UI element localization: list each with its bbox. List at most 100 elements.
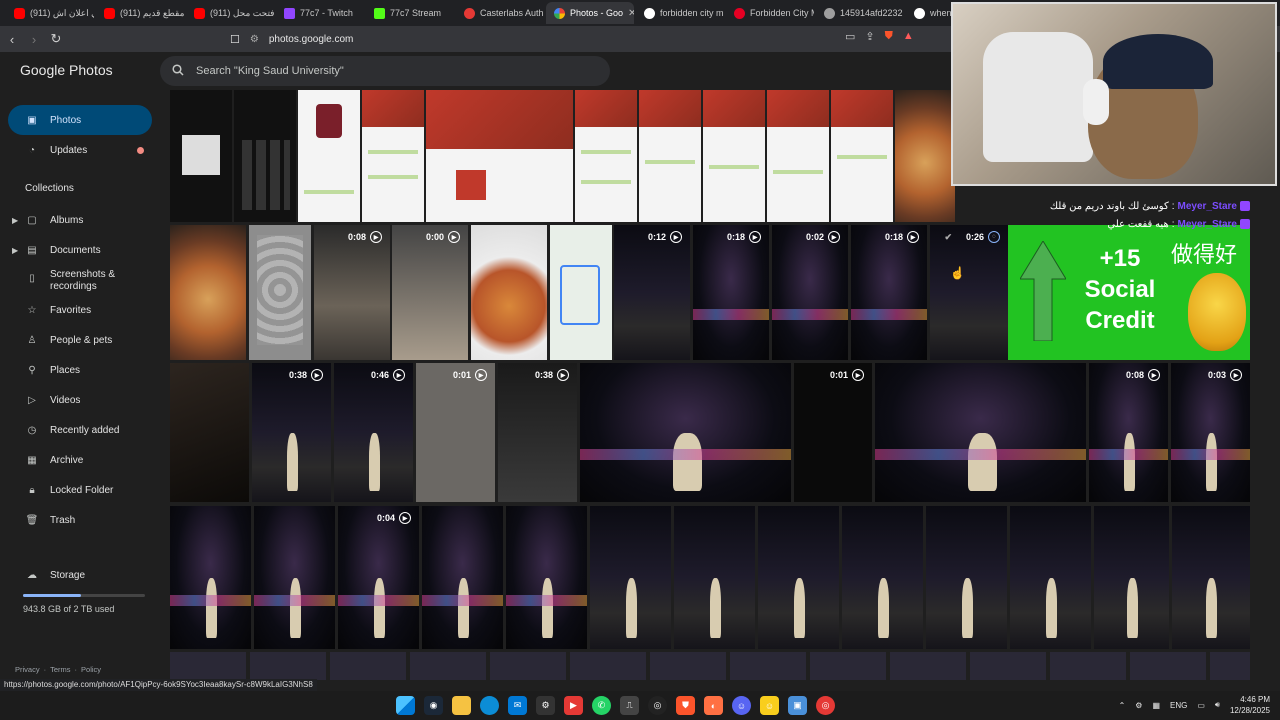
photo-thumbnail[interactable] [249,225,311,360]
browser-tab[interactable]: Casterlabs Auth [456,2,544,24]
steam-icon[interactable]: ◉ [424,696,443,715]
obs-icon[interactable]: ◎ [648,696,667,715]
browser-tab[interactable]: 77c7 Stream [366,2,454,24]
photo-thumbnail[interactable] [1172,506,1250,649]
search-input[interactable]: Search "King Saud University" [160,56,610,86]
sidebar-item-photos[interactable]: ▣ Photos [8,105,152,135]
sidebar-item-people[interactable]: ♙ People & pets [8,325,152,355]
photo-thumbnail[interactable] [639,90,701,222]
privacy-link[interactable]: Privacy [15,665,40,674]
video-thumbnail[interactable]: 0:01 ▶ [416,363,495,502]
brave-shield-icon[interactable]: ⛊ [885,30,893,43]
photo-thumbnail[interactable] [590,506,671,649]
photo-thumbnail[interactable] [471,225,547,360]
google-photos-logo[interactable]: Google Photos [20,62,113,78]
video-thumbnail[interactable]: 0:12 ▶ [614,225,690,360]
app-blue-icon[interactable]: ▣ [788,696,807,715]
browser-tab[interactable]: forbidden city m [636,2,724,24]
sidebar-item-videos[interactable]: ▷ Videos [8,385,152,415]
browser-tab[interactable]: 145914afd2232 [816,2,904,24]
photo-thumbnail[interactable] [842,506,923,649]
browser-tab[interactable]: (911) فتحت محل [186,2,274,24]
app-icon[interactable]: ⎍ [620,696,639,715]
language-indicator[interactable]: ENG [1170,701,1187,710]
casterlabs-icon[interactable]: ◎ [816,696,835,715]
back-icon[interactable]: ‹ [2,29,22,49]
photo-thumbnail[interactable] [234,90,296,222]
photo-thumbnail[interactable] [506,506,587,649]
windows-start-icon[interactable] [396,696,415,715]
expand-arrow-icon[interactable]: ▶ [12,246,18,255]
photo-thumbnail[interactable] [895,90,955,222]
video-thumbnail[interactable]: ✔ 0:26 ◌ [930,225,1008,360]
screen-cast-icon[interactable]: ▭ [845,30,855,43]
tray-app-icon[interactable]: ⚙ [1135,701,1142,710]
browser-tab[interactable]: (911) اي اعلان اش [6,2,94,24]
sidebar-item-storage[interactable]: ☁ Storage [8,560,152,590]
photo-thumbnail[interactable] [580,363,791,502]
sidebar-item-albums[interactable]: ▶ ▢ Albums [8,205,152,235]
bookmark-icon[interactable]: ☐ [230,33,240,46]
sidebar-item-trash[interactable]: 🗑︎ Trash [8,505,152,535]
policy-link[interactable]: Policy [81,665,101,674]
sidebar-item-updates[interactable]: ◔ Updates [8,135,152,165]
video-thumbnail[interactable]: 0:02 ▶ [772,225,848,360]
site-info-icon[interactable]: ⚙ [250,34,259,45]
whatsapp-icon[interactable]: ✆ [592,696,611,715]
photo-thumbnail[interactable] [575,90,637,222]
photo-thumbnail[interactable] [1094,506,1169,649]
photo-thumbnail[interactable] [426,90,573,222]
display-icon[interactable]: ▭ [1197,701,1205,710]
app-orange-icon[interactable]: ◐ [704,696,723,715]
brave-rewards-icon[interactable]: ▲ [903,30,914,43]
sidebar-item-archive[interactable]: ▦ Archive [8,445,152,475]
clock[interactable]: 4:46 PM 12/28/2025 [1230,694,1270,716]
photo-thumbnail[interactable] [703,90,765,222]
file-explorer-icon[interactable] [452,696,471,715]
photo-thumbnail[interactable] [298,90,360,222]
volume-icon[interactable]: 🔊︎ [1215,700,1220,710]
photo-thumbnail[interactable] [170,225,246,360]
forward-icon[interactable]: › [24,29,44,49]
sidebar-item-places[interactable]: ⚲ Places [8,355,152,385]
mail-icon[interactable]: ✉ [508,696,527,715]
photo-thumbnail[interactable] [170,506,251,649]
url-field[interactable]: ☐ ⚙ photos.google.com [230,29,930,49]
select-check-icon[interactable]: ✔ [944,232,952,243]
video-thumbnail[interactable]: 0:38 ▶ [498,363,577,502]
video-thumbnail[interactable]: 0:18 ▶ [851,225,927,360]
browser-tab[interactable]: 77c7 - Twitch [276,2,364,24]
photo-thumbnail[interactable] [674,506,755,649]
photo-thumbnail[interactable] [758,506,839,649]
photo-thumbnail[interactable] [170,90,232,222]
video-thumbnail[interactable]: 0:01 ▶ [794,363,872,502]
photo-thumbnail[interactable] [1010,506,1091,649]
video-thumbnail[interactable]: 0:00 ▶ [392,225,468,360]
browser-tab[interactable]: Forbidden City M [726,2,814,24]
photo-thumbnail[interactable] [767,90,829,222]
edge-icon[interactable] [480,696,499,715]
photo-thumbnail[interactable] [422,506,503,649]
sidebar-item-documents[interactable]: ▶ ▤ Documents [8,235,152,265]
photo-thumbnail[interactable] [926,506,1007,649]
video-thumbnail[interactable]: 0:46 ▶ [334,363,413,502]
brave-icon[interactable]: ⛊ [676,696,695,715]
app-yellow-icon[interactable]: ☺ [760,696,779,715]
photo-thumbnail[interactable] [831,90,893,222]
sidebar-item-locked-folder[interactable]: 🔒︎ Locked Folder [8,475,152,505]
share-icon[interactable]: ⇪ [865,30,874,43]
video-thumbnail[interactable]: 0:38 ▶ [252,363,331,502]
close-tab-icon[interactable]: ✕ [628,8,634,19]
tray-chevron-icon[interactable]: ⌃ [1119,701,1126,710]
video-thumbnail[interactable]: 0:08 ▶ [314,225,390,360]
sidebar-item-favorites[interactable]: ☆ Favorites [8,295,152,325]
tray-network-icon[interactable]: ▦ [1152,701,1160,710]
media-icon[interactable]: ▶ [564,696,583,715]
browser-tab[interactable]: (911) مقطع قديم [96,2,184,24]
terms-link[interactable]: Terms [50,665,70,674]
video-thumbnail[interactable]: 0:18 ▶ [693,225,769,360]
photo-thumbnail[interactable] [550,225,612,360]
settings-icon[interactable]: ⚙ [536,696,555,715]
photo-thumbnail[interactable] [875,363,1086,502]
sidebar-item-screenshots[interactable]: ▯ Screenshots & recordings [8,265,152,297]
